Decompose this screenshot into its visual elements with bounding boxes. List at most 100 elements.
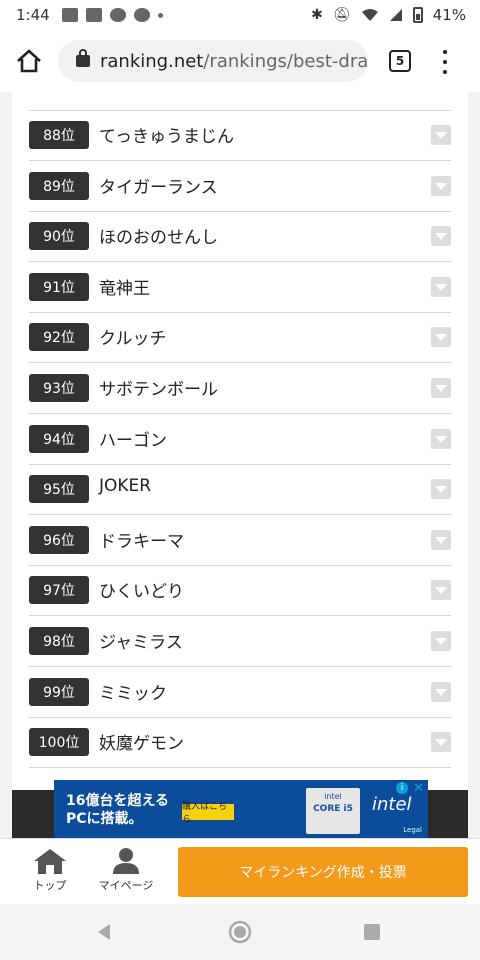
item-name: ほのおのせんし [99,228,218,249]
rank-badge: 94位 [29,424,89,453]
expand-toggle-icon[interactable] [431,631,451,651]
user-icon [113,848,139,874]
nav-top-label: トップ [33,879,67,892]
list-item[interactable]: 94位 ハーゴン [29,414,451,465]
rank-badge: 90位 [29,222,89,251]
lock-icon [76,49,90,67]
create-ranking-button[interactable]: マイランキング作成・投票 [178,847,468,897]
home-icon [34,849,66,874]
system-navigation [0,904,480,960]
item-name: ひくいどり [99,582,184,603]
rank-badge: 96位 [29,525,89,554]
ad-legal: Legal [403,826,422,834]
list-item[interactable]: 97位 ひくいどり [29,565,451,617]
status-time: 1:44 [16,6,50,24]
url-path: /rankings/best-drag [203,50,368,72]
back-icon[interactable] [94,922,114,942]
ad-headline-line2: PCに搭載。 [66,811,143,827]
item-name: JOKER [99,476,152,497]
ad-headline: 16億台を超える PCに搭載。 [66,792,169,828]
item-name: てっきゅうまじん [99,127,234,147]
expand-toggle-icon[interactable] [431,276,451,297]
expand-toggle-icon[interactable] [431,681,451,702]
recents-icon[interactable] [362,922,382,942]
item-name: クルッチ [99,329,167,350]
list-item-partial [29,92,451,111]
more-notifications-icon [157,12,163,18]
expand-toggle-icon[interactable] [431,125,451,145]
chip-brand: intel [324,792,342,801]
chip-core: CORE i5 [313,804,353,814]
list-item[interactable]: 88位 てっきゅうまじん [29,110,451,161]
list-item[interactable]: 100位 妖魔ゲモン [29,717,451,769]
rank-badge: 92位 [29,323,89,352]
list-item[interactable]: 92位 クルッチ [29,312,451,364]
status-bar: 1:44 ✱ 🔕︎ 41% [0,0,480,30]
list-item[interactable]: 95位 JOKER [29,464,451,516]
item-name: 妖魔ゲモン [99,734,184,755]
nav-mypage[interactable]: マイページ [94,847,158,893]
rank-badge: 93位 [29,374,89,402]
browser-toolbar: ranking.net/rankings/best-drag 5 [0,30,480,92]
list-item[interactable]: 89位 タイガーランス [29,161,451,212]
rank-badge: 100位 [29,728,89,757]
bottom-navigation: トップ マイページ マイランキング作成・投票 [0,838,480,905]
ad-info-icon[interactable]: i [396,782,408,794]
rank-badge: 97位 [29,576,89,605]
expand-toggle-icon[interactable] [431,327,451,348]
ad-buy-button[interactable]: 購入はこちら [182,802,234,825]
expand-toggle-icon[interactable] [431,529,451,550]
ad-close-icon[interactable]: ✕ [413,781,424,796]
list-item[interactable]: 91位 竜神王 [29,262,451,313]
rank-badge: 95位 [29,475,89,504]
intel-chip-badge: intel CORE i5 [306,788,360,834]
list-item[interactable]: 96位 ドラキーマ [29,515,451,566]
expand-toggle-icon[interactable] [431,479,451,500]
mute-icon: 🔕︎ [332,7,351,23]
expand-toggle-icon[interactable] [431,732,451,753]
list-item[interactable]: 98位 ジャミラス [29,616,451,667]
ranking-list: 88位 てっきゅうまじん 89位 タイガーランス 90位 ほのおのせんし 91位 竜神王 92位… [12,92,468,790]
home-icon[interactable] [14,46,44,76]
notification-icon [85,8,102,22]
tab-switcher-button[interactable]: 5 [389,50,411,72]
item-name: サボテンボール [99,380,218,400]
nav-top[interactable]: トップ [18,847,82,893]
rank-badge: 91位 [29,272,89,301]
rank-badge: 99位 [29,677,89,706]
expand-toggle-icon[interactable] [431,226,451,247]
nav-mypage-label: マイページ [98,879,154,892]
overflow-menu-icon[interactable] [440,50,450,74]
list-item[interactable]: 99位 ミミック [29,667,451,718]
battery-icon [412,7,423,23]
item-name: タイガーランス [99,177,218,198]
ad-banner[interactable]: 16億台を超える PCに搭載。 購入はこちら intel CORE i5 int… [54,780,428,838]
rank-badge: 89位 [29,171,89,200]
expand-toggle-icon[interactable] [431,428,451,449]
home-circle-icon[interactable] [227,919,253,945]
rank-badge: 98位 [29,627,89,655]
url-host: ranking.net [100,50,204,72]
notification-icon [109,8,126,22]
item-name: 竜神王 [99,278,150,299]
list-item[interactable]: 93位 サボテンボール [29,363,451,414]
expand-toggle-icon[interactable] [431,175,451,196]
rank-badge: 88位 [29,121,89,149]
item-name: ジャミラス [99,633,183,653]
ad-headline-line1: 16億台を超える [66,793,170,809]
wifi-icon [361,9,378,21]
item-name: ハーゴン [99,430,167,451]
intel-logo: intel [372,794,412,815]
notification-icon [133,8,150,22]
expand-toggle-icon[interactable] [431,580,451,601]
list-item[interactable]: 90位 ほのおのせんし [29,211,451,263]
item-name: ミミック [99,683,167,704]
expand-toggle-icon[interactable] [431,378,451,398]
item-name: ドラキーマ [99,531,184,552]
notification-icons [61,8,163,22]
battery-percent: 41% [432,6,466,24]
bluetooth-icon: ✱ [311,7,323,23]
signal-icon [389,9,402,21]
notification-icon [61,8,78,22]
address-bar[interactable]: ranking.net/rankings/best-drag [58,40,368,82]
